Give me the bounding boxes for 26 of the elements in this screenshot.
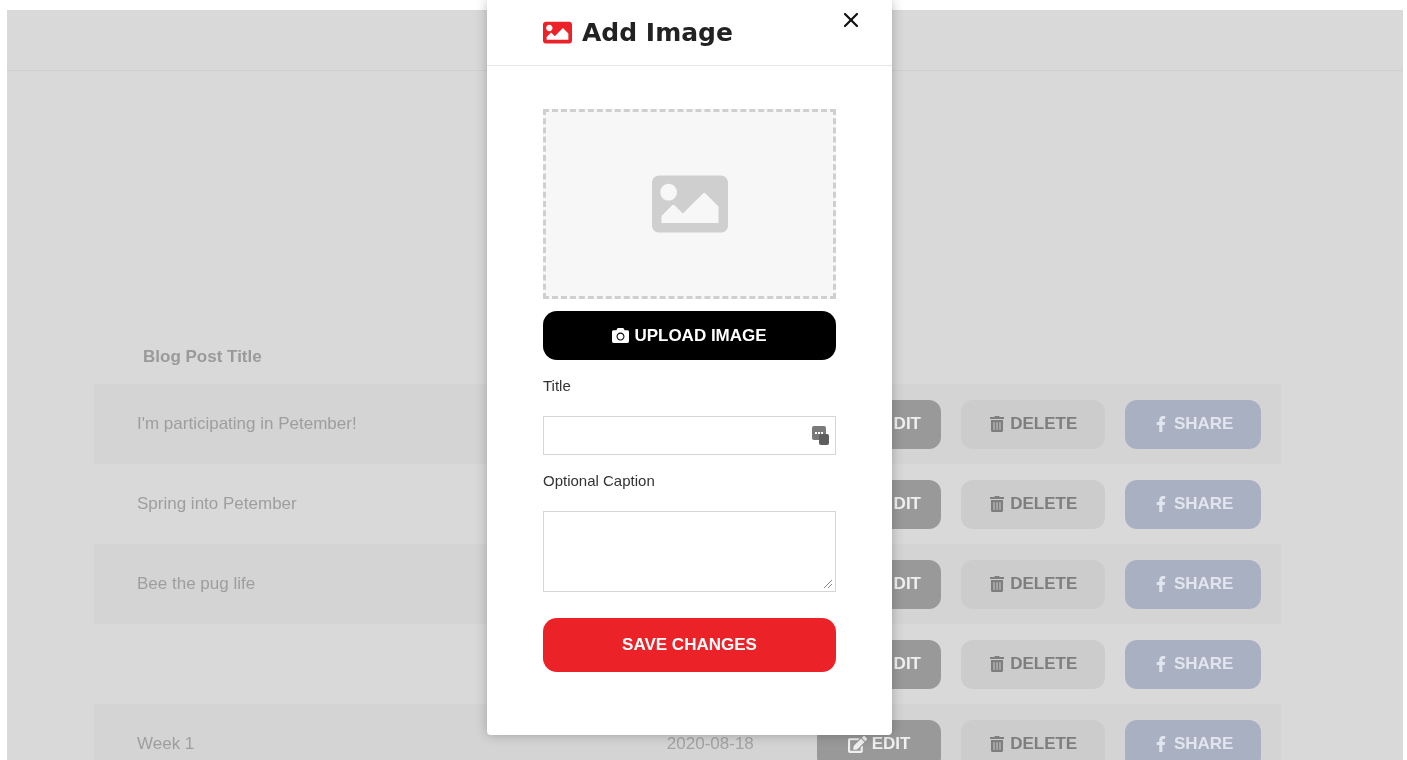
keypad-icon: [812, 426, 829, 445]
modal-title: Add Image: [582, 18, 733, 47]
share-button[interactable]: SHARE: [1125, 399, 1261, 449]
post-title: Spring into Petember: [137, 494, 297, 513]
delete-button[interactable]: DELETE: [961, 399, 1106, 449]
delete-button[interactable]: DELETE: [961, 559, 1106, 609]
trash-icon: [989, 416, 1006, 432]
trash-icon: [989, 576, 1006, 592]
share-button[interactable]: SHARE: [1125, 639, 1261, 689]
delete-button[interactable]: DELETE: [960, 719, 1106, 760]
resize-handle-icon: [823, 579, 833, 589]
share-button[interactable]: SHARE: [1125, 559, 1261, 609]
save-changes-button[interactable]: SAVE CHANGES: [543, 618, 836, 672]
trash-icon: [989, 736, 1006, 752]
trash-icon: [989, 496, 1006, 512]
delete-button[interactable]: DELETE: [961, 639, 1106, 689]
share-button[interactable]: SHARE: [1125, 479, 1261, 529]
upload-image-button[interactable]: UPLOAD IMAGE: [543, 311, 836, 360]
title-input[interactable]: [543, 416, 836, 455]
column-header: Blog Post Title: [143, 347, 262, 367]
share-button[interactable]: SHARE: [1125, 719, 1261, 760]
delete-button[interactable]: DELETE: [961, 479, 1106, 529]
field-label: Title: [543, 377, 572, 394]
camera-icon: [612, 327, 630, 344]
trash-icon: [989, 656, 1006, 672]
field-label: Optional Caption: [543, 472, 656, 489]
